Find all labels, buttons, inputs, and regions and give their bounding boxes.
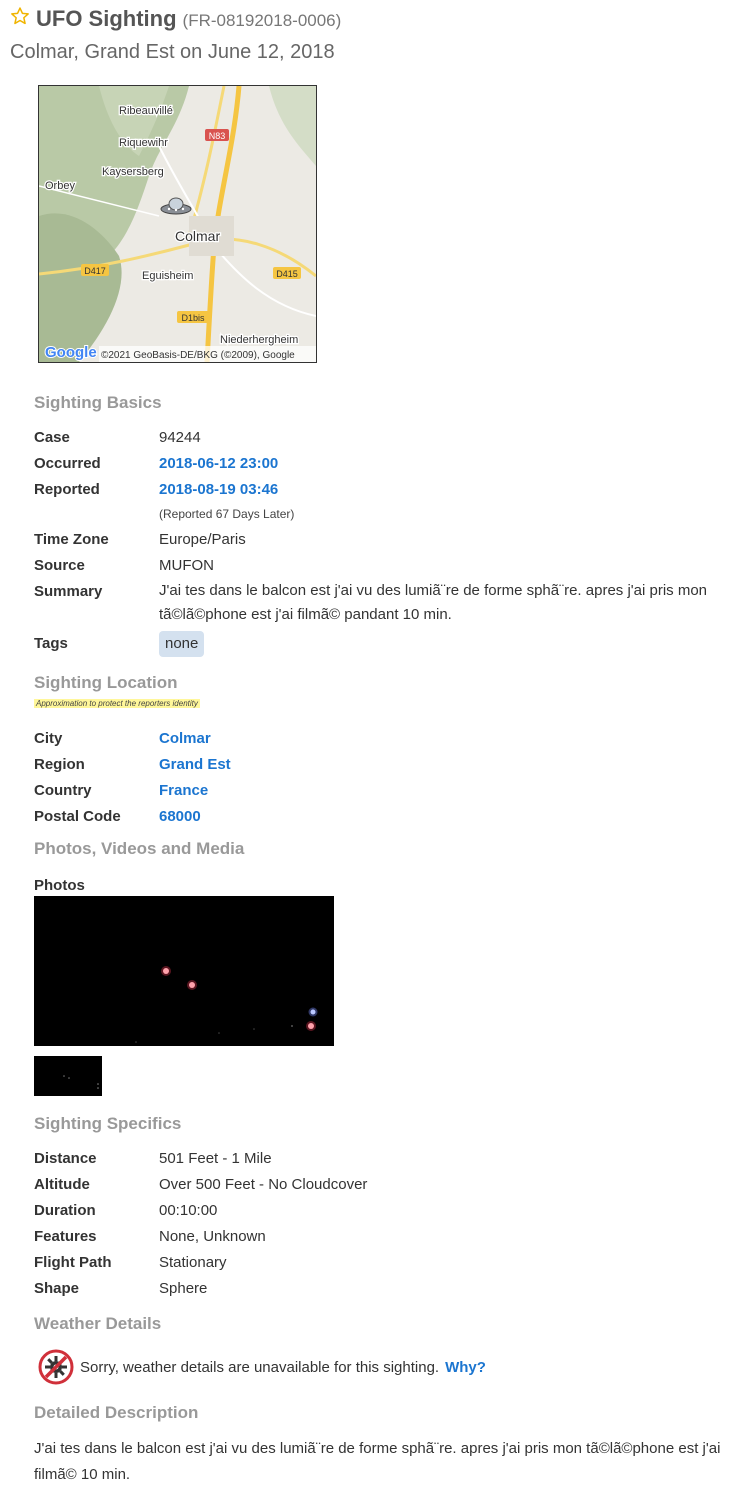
postal-code-link[interactable]: 68000 (159, 804, 201, 830)
features-label: Features (34, 1228, 97, 1245)
svg-text:N83: N83 (209, 131, 226, 141)
section-description: Detailed Description (34, 1403, 198, 1423)
altitude-label: Altitude (34, 1176, 90, 1193)
svg-text:D1bis: D1bis (181, 313, 205, 323)
source-value: MUFON (159, 557, 214, 574)
region-label: Region (34, 756, 85, 773)
section-title-weather: Weather Details (34, 1314, 162, 1333)
map-label-niederhergheim: Niederhergheim (220, 334, 298, 346)
case-value: 94244 (159, 429, 201, 446)
section-specifics: Sighting Specifics Distance 501 Feet - 1 … (34, 1114, 367, 1302)
country-link[interactable]: France (159, 778, 208, 804)
photo-thumbnail[interactable] (34, 1056, 102, 1096)
road-badge-d1bis: D1bis (177, 311, 209, 323)
features-value: None, Unknown (159, 1228, 266, 1245)
section-media: Photos, Videos and Media Photos (34, 839, 244, 899)
map-label-colmar: Colmar (175, 228, 220, 244)
svg-text:D415: D415 (276, 269, 298, 279)
postal-code-label: Postal Code (34, 808, 121, 825)
section-title-location: Sighting Location (34, 673, 178, 692)
timezone-label: Time Zone (34, 531, 109, 548)
map-label-ribeauville: Ribeauvillé (119, 105, 173, 117)
section-title-specifics: Sighting Specifics (34, 1114, 182, 1133)
map-label-eguisheim: Eguisheim (142, 270, 193, 282)
occurred-label: Occurred (34, 455, 101, 472)
distance-label: Distance (34, 1150, 97, 1167)
city-link[interactable]: Colmar (159, 726, 211, 752)
source-label: Source (34, 557, 85, 574)
timezone-value: Europe/Paris (159, 531, 246, 548)
case-label: Case (34, 429, 70, 446)
occurred-link[interactable]: 2018-06-12 23:00 (159, 451, 278, 477)
shape-value: Sphere (159, 1280, 208, 1297)
city-label: City (34, 730, 63, 747)
road-badge-d417: D417 (81, 264, 109, 276)
section-location: Sighting Location Approximation to prote… (34, 673, 231, 830)
page-header: UFO Sighting (FR-08192018-0006) Colmar, … (10, 6, 341, 64)
weather-unavailable-icon (38, 1349, 74, 1385)
reported-note: (Reported 67 Days Later) (159, 507, 295, 521)
section-basics: Sighting Basics Case 94244 Occurred 2018-0… (34, 393, 719, 657)
location-map[interactable]: N83 D417 D415 D1bis Ribeauvillé Riquewih… (38, 85, 317, 363)
location-approximation-note: Approximation to protect the reporters i… (34, 699, 200, 708)
weather-unavailable: Sorry, weather details are unavailable f… (38, 1349, 486, 1385)
detailed-description-text: J'ai tes dans le balcon est j'ai vu des … (34, 1440, 721, 1483)
reported-label: Reported (34, 481, 100, 498)
section-weather: Weather Details (34, 1314, 161, 1334)
altitude-value: Over 500 Feet - No Cloudcover (159, 1176, 368, 1193)
flight-path-label: Flight Path (34, 1254, 112, 1271)
weather-message: Sorry, weather details are unavailable f… (80, 1358, 440, 1376)
summary-value: J'ai tes dans le balcon est j'ai vu des … (159, 582, 708, 623)
section-title-description: Detailed Description (34, 1403, 199, 1422)
summary-label: Summary (34, 583, 103, 600)
duration-label: Duration (34, 1202, 96, 1219)
weather-why-link[interactable]: Why? (445, 1359, 486, 1376)
tag-badge[interactable]: none (159, 631, 205, 657)
distance-value: 501 Feet - 1 Mile (159, 1150, 272, 1167)
case-id: (FR-08192018-0006) (182, 11, 342, 30)
google-logo: Google (45, 344, 97, 361)
map-attribution: ©2021 GeoBasis-DE/BKG (©2009), Google (101, 350, 295, 361)
country-label: Country (34, 782, 92, 799)
section-title-basics: Sighting Basics (34, 393, 162, 412)
page-title: UFO Sighting (36, 6, 177, 31)
reported-link[interactable]: 2018-08-19 03:46 (159, 477, 278, 503)
map-label-riquewihr: Riquewihr (119, 137, 168, 149)
section-title-media: Photos, Videos and Media (34, 839, 245, 858)
page-subtitle: Colmar, Grand Est on June 12, 2018 (10, 41, 335, 63)
svg-text:D417: D417 (84, 266, 106, 276)
road-badge-n83: N83 (205, 129, 229, 141)
map-label-kaysersberg: Kaysersberg (102, 166, 164, 178)
duration-value: 00:10:00 (159, 1202, 218, 1219)
region-link[interactable]: Grand Est (159, 752, 231, 778)
map-label-orbey: Orbey (45, 180, 75, 192)
road-badge-d415: D415 (273, 267, 301, 279)
shape-label: Shape (34, 1280, 80, 1297)
star-icon[interactable] (10, 6, 30, 26)
tags-label: Tags (34, 635, 68, 652)
flight-path-value: Stationary (159, 1254, 227, 1271)
photo-main[interactable] (34, 896, 334, 1046)
